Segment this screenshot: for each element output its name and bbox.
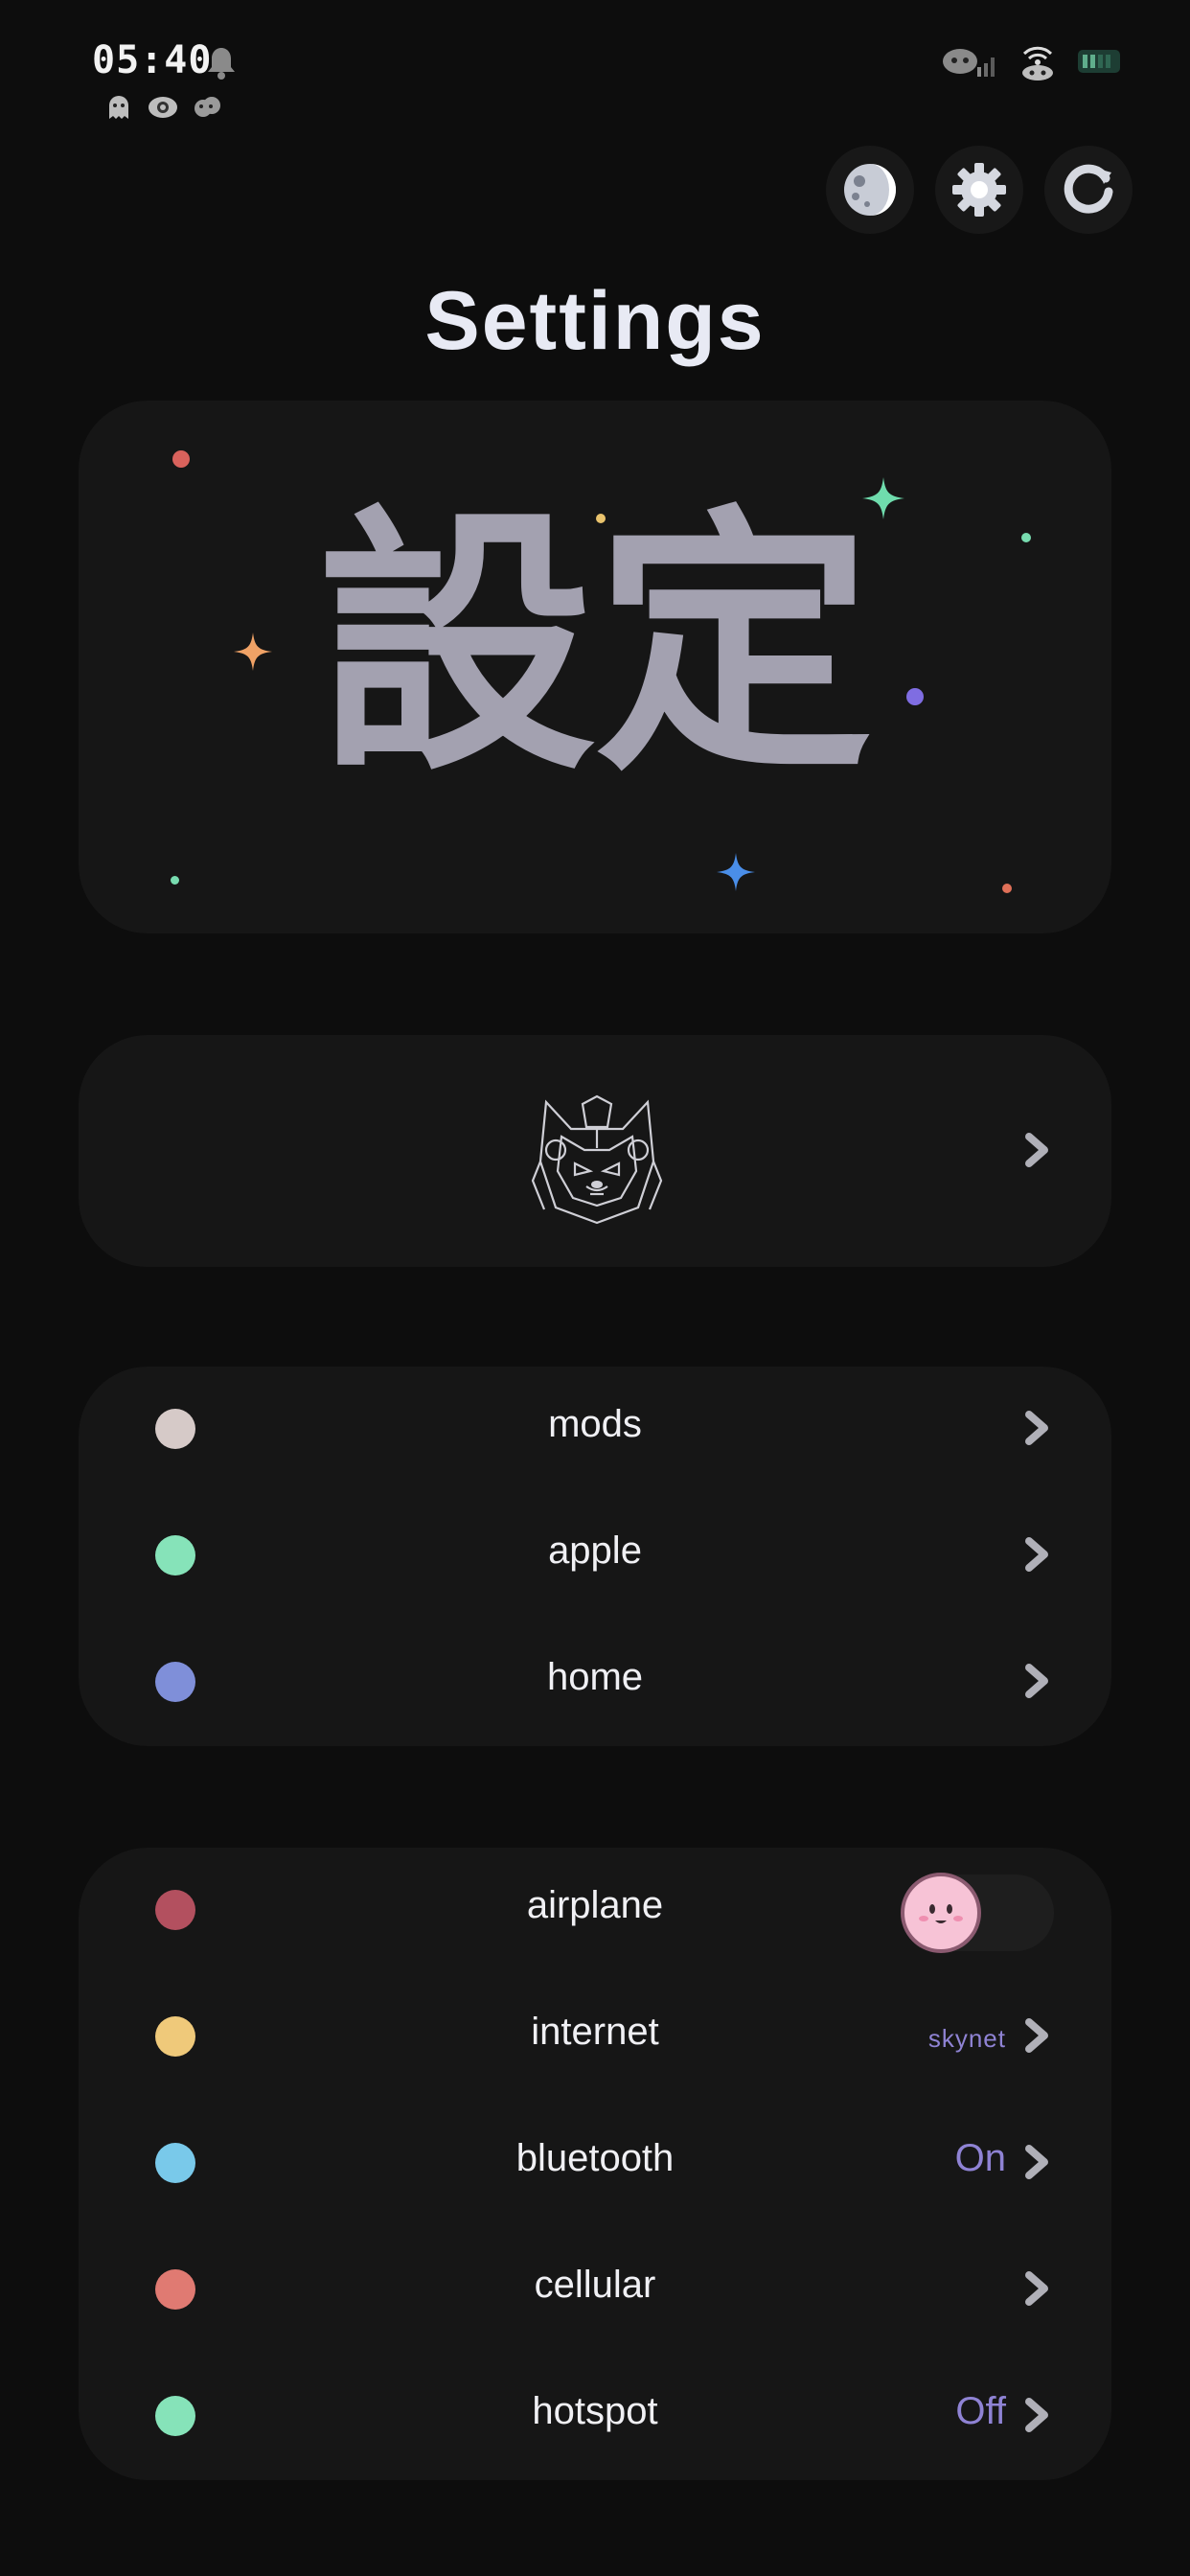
- refresh-icon: [1064, 164, 1113, 214]
- settings-group-network: airplane internet skynet bluetooth On ce: [79, 1848, 1111, 2480]
- status-icons: [941, 42, 1121, 80]
- chevron-right-icon: [1025, 1411, 1048, 1445]
- page-title: Settings: [424, 275, 766, 367]
- ghost-icon: [103, 92, 134, 121]
- sparkle-dot: [1002, 884, 1012, 893]
- theme-moon-button[interactable]: [826, 146, 914, 234]
- airplane-toggle[interactable]: [901, 1873, 1054, 1953]
- row-hotspot[interactable]: hotspot Off: [79, 2354, 1111, 2480]
- settings-group-general: mods apple home: [79, 1367, 1111, 1746]
- hotspot-status: Off: [955, 2390, 1006, 2432]
- row-apple[interactable]: apple: [79, 1493, 1111, 1620]
- shiba-robot-avatar-icon: [531, 1094, 663, 1225]
- network-name: skynet: [927, 2024, 1006, 2053]
- eye-icon: [148, 92, 178, 121]
- row-label: cellular: [534, 2264, 656, 2306]
- signal-icon: [943, 49, 995, 77]
- smiley-face-icon: [919, 1904, 963, 1923]
- row-internet[interactable]: internet skynet: [79, 1974, 1111, 2101]
- refresh-button[interactable]: [1044, 146, 1133, 234]
- row-cellular[interactable]: cellular: [79, 2227, 1111, 2354]
- chevron-right-icon: [1025, 2018, 1048, 2053]
- row-bluetooth[interactable]: bluetooth On: [79, 2101, 1111, 2227]
- chevron-right-icon: [1025, 1133, 1048, 1167]
- toggle-knob: [901, 1873, 981, 1953]
- chevron-right-icon: [1025, 2398, 1048, 2432]
- row-mods[interactable]: mods: [79, 1367, 1111, 1493]
- gear-icon: [952, 163, 1006, 217]
- profile-card[interactable]: [79, 1035, 1111, 1267]
- settings-button[interactable]: [935, 146, 1023, 234]
- moon-icon: [844, 164, 896, 216]
- chevron-right-icon: [1025, 2271, 1048, 2306]
- bluetooth-status: On: [954, 2137, 1006, 2179]
- status-time: 05:40: [92, 38, 213, 82]
- chevron-right-icon: [1025, 1664, 1048, 1698]
- hero-card: 設定: [79, 401, 1111, 933]
- cloud-icon: [192, 92, 222, 121]
- chevron-right-icon: [1025, 1537, 1048, 1572]
- bell-icon: [208, 48, 235, 80]
- battery-icon: [1078, 50, 1120, 73]
- chevron-right-icon: [1025, 2145, 1048, 2179]
- notification-icons: [103, 92, 222, 121]
- wifi-icon: [1022, 46, 1053, 80]
- row-label: apple: [548, 1530, 642, 1572]
- sparkle-dot: [172, 450, 190, 468]
- row-airplane[interactable]: airplane: [79, 1848, 1111, 1974]
- hero-kanji: 設定: [317, 485, 873, 808]
- row-label: mods: [548, 1403, 642, 1445]
- sparkle-star-icon: [717, 853, 755, 891]
- sparkle-dot: [171, 876, 179, 885]
- row-label: home: [546, 1656, 644, 1698]
- row-home[interactable]: home: [79, 1620, 1111, 1746]
